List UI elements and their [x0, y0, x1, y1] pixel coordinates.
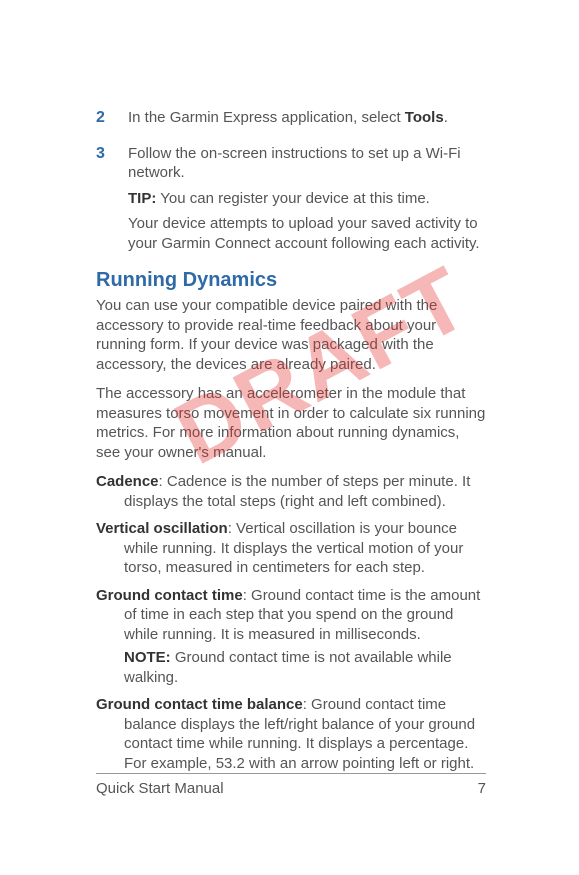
- footer-left: Quick Start Manual: [96, 780, 224, 797]
- paragraph: You can use your compatible device paire…: [96, 296, 486, 374]
- note-text: Ground contact time is not available whi…: [124, 649, 452, 686]
- step-body: In the Garmin Express application, selec…: [128, 108, 486, 134]
- step-body: Follow the on-screen instructions to set…: [128, 144, 486, 260]
- step-line: In the Garmin Express application, selec…: [128, 108, 486, 128]
- step-2: 2 In the Garmin Express application, sel…: [96, 108, 486, 134]
- step-tip: TIP: You can register your device at thi…: [128, 189, 486, 209]
- step-3: 3 Follow the on-screen instructions to s…: [96, 144, 486, 260]
- paragraph: The accessory has an accelerometer in th…: [96, 384, 486, 462]
- step-text-post: .: [444, 109, 448, 126]
- footer-page-number: 7: [478, 780, 486, 797]
- def-term: Ground contact time balance: [96, 696, 303, 713]
- def-term: Vertical oscillation: [96, 520, 228, 537]
- step-line: Your device attempts to upload your save…: [128, 214, 486, 253]
- def-ground-contact-time: Ground contact time: Ground contact time…: [96, 586, 486, 688]
- def-term: Cadence: [96, 473, 159, 490]
- step-text-bold: Tools: [405, 109, 444, 126]
- tip-text: You can register your device at this tim…: [156, 190, 429, 207]
- def-term: Ground contact time: [96, 587, 243, 604]
- note-label: NOTE:: [124, 649, 171, 666]
- step-text-pre: In the Garmin Express application, selec…: [128, 109, 405, 126]
- page-footer: Quick Start Manual 7: [96, 773, 486, 797]
- step-line: Follow the on-screen instructions to set…: [128, 144, 486, 183]
- def-body: : Cadence is the number of steps per min…: [124, 473, 470, 510]
- def-note: NOTE: Ground contact time is not availab…: [124, 648, 486, 687]
- tip-label: TIP:: [128, 190, 156, 207]
- def-ground-contact-time-balance: Ground contact time balance: Ground cont…: [96, 695, 486, 773]
- step-number: 2: [96, 108, 128, 134]
- step-number: 3: [96, 144, 128, 260]
- page-content: 2 In the Garmin Express application, sel…: [96, 108, 486, 781]
- section-title: Running Dynamics: [96, 269, 486, 292]
- def-vertical-oscillation: Vertical oscillation: Vertical oscillati…: [96, 519, 486, 578]
- def-cadence: Cadence: Cadence is the number of steps …: [96, 472, 486, 511]
